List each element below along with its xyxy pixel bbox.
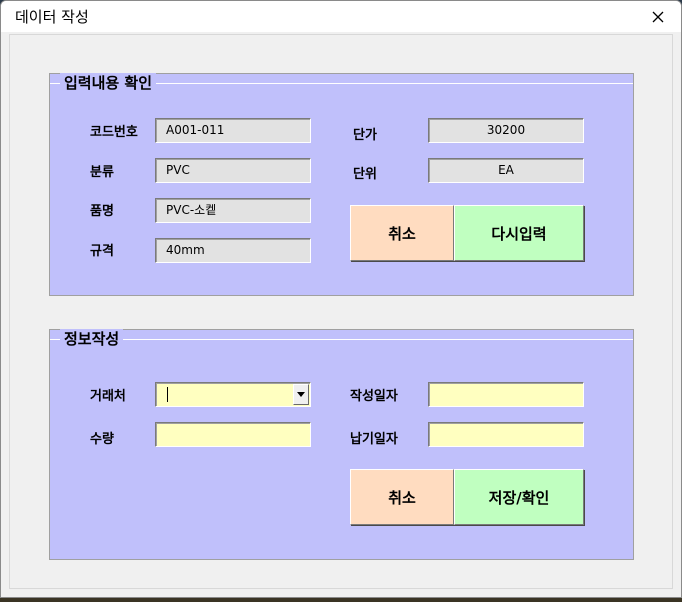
- dialog-client-area: 입력내용 확인 코드번호 A001-011 분류 PVC 품명 PVC-소켙 규…: [9, 34, 673, 589]
- title-bar[interactable]: 데이터 작성: [1, 1, 681, 32]
- client-dropdown-button[interactable]: [293, 384, 309, 405]
- delivery-date-label: 납기일자: [350, 432, 398, 447]
- unit-field[interactable]: EA: [428, 158, 584, 183]
- price-field[interactable]: 30200: [428, 118, 584, 143]
- code-field[interactable]: A001-011: [155, 118, 311, 143]
- category-label: 분류: [90, 165, 114, 180]
- confirm-frame-caption: 입력내용 확인: [60, 73, 157, 95]
- close-button[interactable]: [635, 1, 681, 32]
- code-label: 코드번호: [90, 125, 138, 140]
- save-confirm-button[interactable]: 저장/확인: [454, 469, 584, 525]
- name-field[interactable]: PVC-소켙: [155, 198, 311, 223]
- close-icon: [652, 11, 664, 22]
- confirm-frame: 입력내용 확인 코드번호 A001-011 분류 PVC 품명 PVC-소켙 규…: [49, 73, 634, 296]
- name-label: 품명: [90, 204, 114, 219]
- info-frame-caption: 정보작성: [60, 329, 124, 351]
- client-label: 거래처: [90, 389, 126, 404]
- write-date-label: 작성일자: [350, 389, 398, 404]
- text-caret: [167, 387, 168, 402]
- confirm-cancel-button[interactable]: 취소: [350, 205, 454, 261]
- category-field[interactable]: PVC: [155, 158, 311, 183]
- unit-label: 단위: [353, 167, 377, 182]
- info-cancel-button[interactable]: 취소: [350, 469, 454, 525]
- qty-label: 수량: [90, 432, 114, 447]
- dialog-window: 데이터 작성 입력내용 확인 코드번호 A001-011 분류 PVC 품명 P…: [0, 0, 682, 598]
- delivery-date-input[interactable]: [428, 422, 584, 447]
- spec-field[interactable]: 40mm: [155, 238, 311, 263]
- price-label: 단가: [353, 128, 377, 143]
- info-frame: 정보작성 거래처 수량 작성일자 납기일자 취소 저장/확인: [49, 329, 634, 560]
- info-frame-header: [50, 330, 633, 340]
- write-date-input[interactable]: [428, 382, 584, 407]
- chevron-down-icon: [297, 392, 305, 397]
- qty-input[interactable]: [155, 422, 311, 447]
- spec-label: 규격: [90, 244, 114, 259]
- window-title: 데이터 작성: [15, 8, 89, 26]
- reenter-button[interactable]: 다시입력: [454, 205, 584, 261]
- client-combobox[interactable]: [155, 382, 311, 407]
